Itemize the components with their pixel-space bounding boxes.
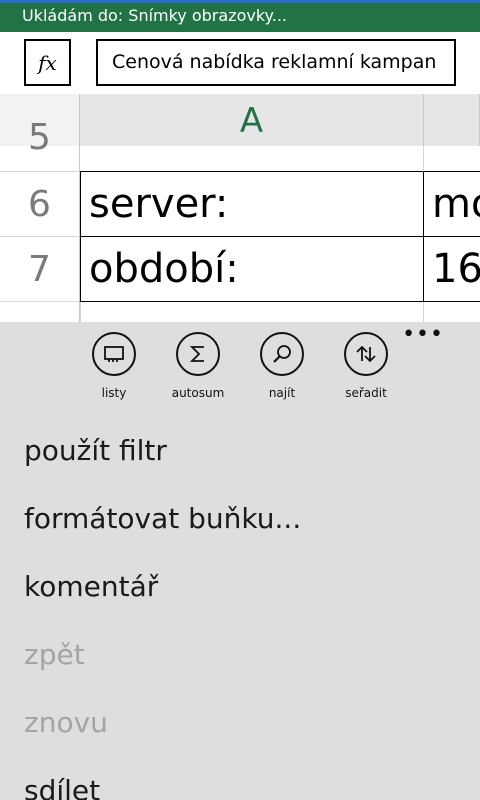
status-bar: Ukládám do: Snímky obrazovky... bbox=[0, 0, 480, 32]
sort-label: seřadit bbox=[345, 386, 387, 400]
menu-format-cell[interactable]: formátovat buňku... bbox=[24, 502, 301, 535]
sigma-icon bbox=[176, 332, 220, 376]
cell-value: server: bbox=[89, 181, 229, 227]
cell-b7[interactable]: 16 bbox=[424, 237, 480, 302]
autosum-button[interactable]: autosum bbox=[156, 332, 240, 400]
fx-button[interactable]: fx bbox=[24, 39, 71, 86]
sort-icon bbox=[344, 332, 388, 376]
cell-value: mo bbox=[432, 181, 480, 227]
sheets-label: listy bbox=[101, 386, 127, 400]
screen: Ukládám do: Snímky obrazovky... fx Cenov… bbox=[0, 0, 480, 800]
menu-undo: zpět bbox=[24, 638, 85, 671]
formula-input[interactable]: Cenová nabídka reklamní kampan bbox=[96, 39, 456, 86]
fx-icon: fx bbox=[38, 50, 57, 75]
find-button[interactable]: najít bbox=[240, 332, 324, 400]
formula-bar: fx Cenová nabídka reklamní kampan bbox=[0, 32, 480, 94]
column-header-b[interactable] bbox=[424, 94, 480, 146]
menu-redo: znovu bbox=[24, 706, 108, 739]
row-header-6[interactable]: 6 bbox=[0, 172, 80, 237]
row-header-7[interactable]: 7 bbox=[0, 237, 80, 302]
menu-comment[interactable]: komentář bbox=[24, 570, 158, 603]
autosum-label: autosum bbox=[171, 386, 225, 400]
row-header-5[interactable]: 5 bbox=[0, 120, 80, 172]
cell-a8[interactable] bbox=[80, 302, 424, 322]
cell-a7[interactable]: období: bbox=[80, 237, 424, 302]
more-options-button[interactable]: ••• bbox=[402, 324, 444, 346]
cell-value: období: bbox=[89, 246, 239, 292]
row-header-8[interactable] bbox=[0, 302, 80, 322]
sort-button[interactable]: seřadit bbox=[324, 332, 408, 400]
cell-a6[interactable]: server: bbox=[80, 172, 424, 237]
cell-a5[interactable] bbox=[80, 146, 424, 172]
menu-share[interactable]: sdílet bbox=[24, 774, 100, 800]
app-bar: ••• listy autosum najít seřadit použít f… bbox=[0, 322, 480, 800]
status-text: Ukládám do: Snímky obrazovky... bbox=[22, 6, 287, 25]
row-number: 5 bbox=[28, 117, 51, 158]
sheets-button[interactable]: listy bbox=[72, 332, 156, 400]
sheets-icon bbox=[92, 332, 136, 376]
search-icon bbox=[260, 332, 304, 376]
column-header-a[interactable]: A bbox=[80, 94, 424, 146]
cell-b5[interactable] bbox=[424, 146, 480, 172]
cell-value: 16 bbox=[432, 246, 480, 292]
status-accent-line bbox=[0, 0, 480, 3]
row-number: 7 bbox=[28, 249, 51, 290]
menu-apply-filter[interactable]: použít filtr bbox=[24, 434, 167, 467]
row-number: 6 bbox=[28, 184, 51, 225]
find-label: najít bbox=[268, 386, 296, 400]
cell-b6[interactable]: mo bbox=[424, 172, 480, 237]
spreadsheet-grid[interactable]: A 5 6 server: mo 7 období: 16 bbox=[0, 94, 480, 322]
column-header-label: A bbox=[239, 101, 264, 141]
